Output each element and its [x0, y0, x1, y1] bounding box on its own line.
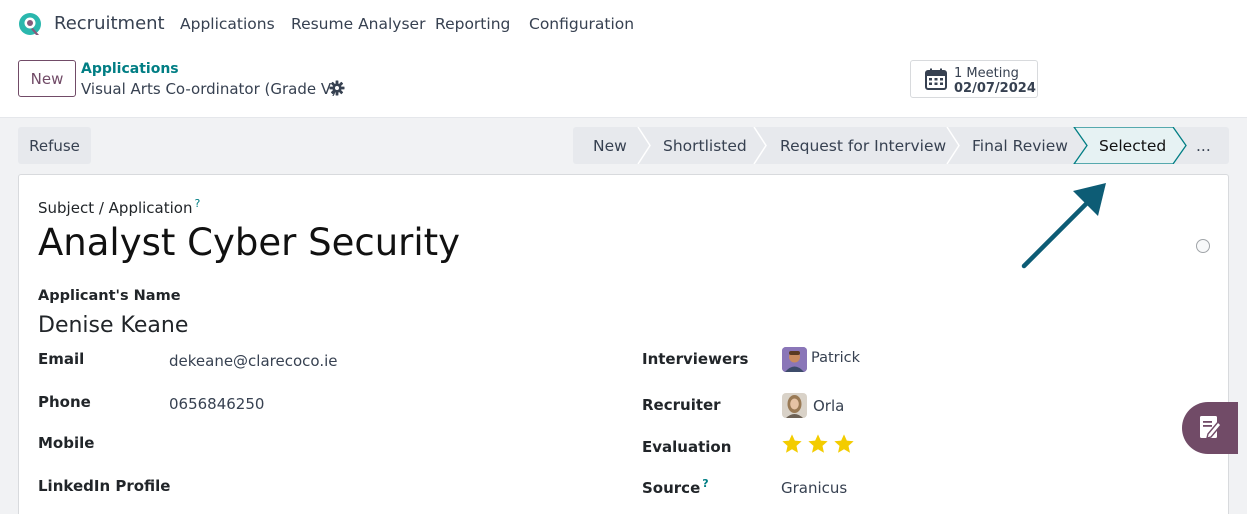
annotation-arrow-icon [1021, 183, 1106, 269]
source-label: Source? [642, 477, 709, 497]
linkedin-label: LinkedIn Profile [38, 477, 171, 495]
stage-statusbar: New Shortlisted Request for Interview Fi… [573, 127, 1229, 164]
avatar [782, 393, 807, 418]
stage-final-review[interactable]: Final Review [972, 127, 1068, 164]
meeting-button[interactable]: 1 Meeting 02/07/2024 [910, 60, 1038, 98]
subject-help-icon[interactable]: ? [194, 197, 200, 210]
recruiter-label: Recruiter [642, 396, 721, 414]
new-button[interactable]: New [18, 60, 76, 97]
subject-label: Subject / Application? [38, 197, 201, 217]
star-icon[interactable] [807, 433, 829, 455]
priority-toggle[interactable] [1196, 239, 1210, 253]
evaluation-label: Evaluation [642, 438, 732, 456]
email-field[interactable]: dekeane@clarecoco.ie [169, 352, 337, 370]
breadcrumb-current: Visual Arts Co-ordinator (Grade V) [81, 80, 337, 98]
stage-selected[interactable]: Selected [1099, 127, 1166, 164]
interviewer-tag[interactable]: Patrick [811, 350, 860, 366]
nav-resume-analyser[interactable]: Resume Analyser [291, 15, 425, 33]
source-help-icon[interactable]: ? [702, 477, 708, 490]
meeting-date: 02/07/2024 [954, 81, 1036, 96]
star-icon[interactable] [781, 433, 803, 455]
meeting-count: 1 Meeting [954, 66, 1019, 81]
nav-configuration[interactable]: Configuration [529, 15, 634, 33]
evaluation-stars[interactable] [781, 433, 855, 455]
top-navbar: Recruitment Applications Resume Analyser… [0, 0, 1247, 50]
breadcrumb-applications[interactable]: Applications [81, 61, 179, 77]
subject-value[interactable]: Analyst Cyber Security [38, 221, 460, 264]
stage-separator-icon [637, 127, 651, 164]
calendar-icon [925, 68, 947, 90]
edit-note-icon [1200, 416, 1222, 439]
nav-applications[interactable]: Applications [180, 15, 275, 33]
stage-separator-icon [946, 127, 960, 164]
stage-request-for-interview[interactable]: Request for Interview [780, 127, 946, 164]
recruiter-field[interactable]: Orla [813, 397, 844, 415]
control-panel: New Applications Visual Arts Co-ordinato… [0, 50, 1247, 118]
recruitment-logo-icon[interactable] [17, 11, 43, 37]
stage-separator-icon [753, 127, 767, 164]
avatar [782, 347, 807, 372]
source-field[interactable]: Granicus [781, 479, 847, 497]
phone-label: Phone [38, 393, 91, 411]
mobile-label: Mobile [38, 434, 95, 452]
stage-new[interactable]: New [593, 127, 627, 164]
applicant-name-field[interactable]: Denise Keane [38, 313, 188, 338]
app-name[interactable]: Recruitment [54, 13, 165, 34]
orla-avatar-icon [782, 393, 807, 418]
phone-field[interactable]: 0656846250 [169, 395, 264, 413]
refuse-button[interactable]: Refuse [18, 127, 91, 164]
star-icon[interactable] [833, 433, 855, 455]
stage-shortlisted[interactable]: Shortlisted [663, 127, 747, 164]
interviewers-label: Interviewers [642, 350, 749, 368]
gear-icon[interactable] [329, 80, 345, 96]
applicant-name-label: Applicant's Name [38, 288, 181, 304]
patrick-avatar-icon [782, 347, 807, 372]
nav-reporting[interactable]: Reporting [435, 15, 510, 33]
email-label: Email [38, 350, 85, 368]
stage-more[interactable]: ... [1196, 127, 1211, 164]
floating-edit-button[interactable] [1182, 402, 1238, 454]
